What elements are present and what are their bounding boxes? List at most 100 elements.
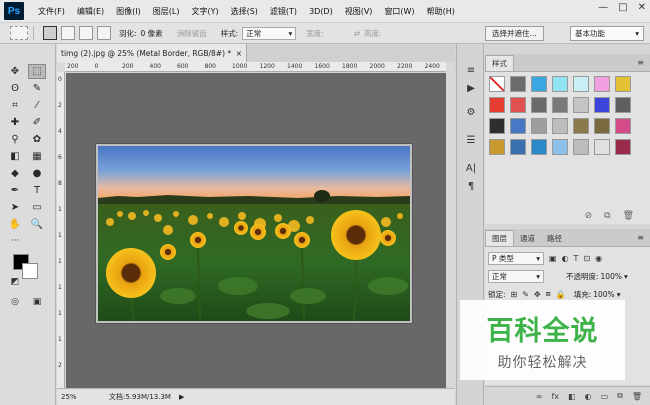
style-swatch[interactable] xyxy=(615,76,631,92)
adjustments-icon[interactable]: ☰ xyxy=(464,134,478,146)
menu-edit[interactable]: 编辑(E) xyxy=(71,6,110,17)
blend-mode-select[interactable]: 正常 ▾ xyxy=(488,269,544,283)
layers-menu-icon[interactable]: ≡ xyxy=(637,233,644,242)
clear-style-icon[interactable]: ⊘ xyxy=(585,211,593,221)
zoom-icon[interactable]: 🔍 xyxy=(28,217,46,232)
minimize-button[interactable]: — xyxy=(598,2,608,13)
character-icon[interactable]: A| xyxy=(464,162,478,174)
style-swatch[interactable] xyxy=(615,118,631,134)
close-tab-icon[interactable]: × xyxy=(236,49,242,58)
fill-value[interactable]: 100% xyxy=(593,290,614,299)
lock-pixels-icon[interactable]: ✎ xyxy=(522,290,529,299)
style-swatch[interactable] xyxy=(594,118,610,134)
style-swatch[interactable] xyxy=(573,118,589,134)
styles-menu-icon[interactable]: ≡ xyxy=(637,58,644,67)
style-swatch[interactable] xyxy=(573,76,589,92)
antialias-checkbox[interactable]: 消除锯齿 xyxy=(177,28,207,39)
menu-help[interactable]: 帮助(H) xyxy=(421,6,461,17)
path-select-icon[interactable]: ➤ xyxy=(6,200,24,215)
new-group-icon[interactable]: ▭ xyxy=(601,392,609,401)
eraser-icon[interactable]: ◧ xyxy=(6,149,24,164)
style-swatch[interactable] xyxy=(510,118,526,134)
pixel-filter-icon[interactable]: ▣ xyxy=(549,254,557,263)
link-layers-icon[interactable]: ∞ xyxy=(536,392,543,401)
new-style-icon[interactable]: ⧉ xyxy=(604,211,610,221)
default-colors-icon[interactable]: ◩ xyxy=(8,276,22,288)
quick-select-icon[interactable]: ✎ xyxy=(28,81,46,96)
lasso-icon[interactable]: ʘ xyxy=(6,81,24,96)
blur-icon[interactable]: ◆ xyxy=(6,166,24,181)
dodge-icon[interactable]: ● xyxy=(28,166,46,181)
gradient-icon[interactable]: ▦ xyxy=(28,149,46,164)
menu-image[interactable]: 图像(I) xyxy=(110,6,147,17)
style-swatch[interactable] xyxy=(531,76,547,92)
subtract-selection-icon[interactable] xyxy=(79,26,93,40)
style-swatch[interactable] xyxy=(615,97,631,113)
tab-layers[interactable]: 图层 xyxy=(485,230,514,246)
feather-input[interactable]: 0 像素 xyxy=(141,28,163,39)
zoom-level[interactable]: 25% xyxy=(57,393,87,401)
lock-artboard-icon[interactable]: ⧈ xyxy=(546,289,551,299)
style-swatch[interactable] xyxy=(510,97,526,113)
actions-play-icon[interactable]: ▶ xyxy=(464,82,478,94)
eyedropper-icon[interactable]: ⁄ xyxy=(28,98,46,113)
type-icon[interactable]: T xyxy=(28,183,46,198)
menu-3d[interactable]: 3D(D) xyxy=(303,7,339,16)
style-swatch[interactable] xyxy=(573,139,589,155)
style-swatch[interactable] xyxy=(573,97,589,113)
brush-icon[interactable]: ✐ xyxy=(28,115,46,130)
style-swatch[interactable] xyxy=(489,76,505,92)
close-window-button[interactable]: ✕ xyxy=(638,2,646,13)
lock-transparent-icon[interactable]: ⊞ xyxy=(511,290,518,299)
paragraph-icon[interactable]: ¶ xyxy=(464,180,478,192)
style-swatch[interactable] xyxy=(531,139,547,155)
hand-icon[interactable]: ✋ xyxy=(6,217,24,232)
pen-icon[interactable]: ✒ xyxy=(6,183,24,198)
new-selection-icon[interactable] xyxy=(43,26,57,40)
tab-paths[interactable]: 路径 xyxy=(541,230,568,246)
delete-style-icon[interactable]: 🗑 xyxy=(623,211,634,221)
menu-view[interactable]: 视图(V) xyxy=(339,6,379,17)
style-swatch[interactable] xyxy=(594,139,610,155)
style-swatch[interactable] xyxy=(510,139,526,155)
crop-icon[interactable]: ⌗ xyxy=(6,98,24,113)
screen-mode-icon[interactable]: ▣ xyxy=(30,296,44,308)
stamp-icon[interactable]: ⚲ xyxy=(6,132,24,147)
quick-mask-icon[interactable]: ◎ xyxy=(8,296,22,308)
vertical-scrollbar[interactable] xyxy=(446,62,455,388)
new-adjustment-icon[interactable]: ◐ xyxy=(585,392,592,401)
healing-icon[interactable]: ✚ xyxy=(6,115,24,130)
add-selection-icon[interactable] xyxy=(61,26,75,40)
lock-all-icon[interactable]: 🔒 xyxy=(556,290,566,299)
layer-filter-select[interactable]: P 类型 ▾ xyxy=(488,251,544,265)
document-tab[interactable]: timg (2).jpg @ 25% (Metal Border, RGB/8#… xyxy=(57,44,247,62)
style-swatch[interactable] xyxy=(489,118,505,134)
style-swatch[interactable] xyxy=(615,139,631,155)
style-swatch[interactable] xyxy=(489,97,505,113)
swap-icon[interactable]: ⇄ xyxy=(354,29,360,38)
style-swatch[interactable] xyxy=(552,76,568,92)
marquee-preset-icon[interactable] xyxy=(10,26,28,40)
style-swatch[interactable] xyxy=(594,97,610,113)
restore-button[interactable]: □ xyxy=(618,2,627,13)
select-and-mask-button[interactable]: 选择并遮住... xyxy=(485,26,544,41)
style-swatch[interactable] xyxy=(552,139,568,155)
workspace-select[interactable]: 基本功能 ▾ xyxy=(570,26,644,41)
menu-layer[interactable]: 图层(L) xyxy=(147,6,186,17)
more-tools-icon[interactable]: ··· xyxy=(8,235,22,247)
opacity-value[interactable]: 100% xyxy=(601,272,622,281)
adjustment-filter-icon[interactable]: ◐ xyxy=(562,254,569,263)
style-swatch[interactable] xyxy=(510,76,526,92)
menu-select[interactable]: 选择(S) xyxy=(225,6,264,17)
menu-window[interactable]: 窗口(W) xyxy=(378,6,420,17)
style-swatch[interactable] xyxy=(594,76,610,92)
background-color-swatch[interactable] xyxy=(22,263,38,279)
new-layer-icon[interactable]: ⧉ xyxy=(617,391,623,401)
smart-object-filter-icon[interactable]: ◉ xyxy=(595,254,602,263)
intersect-selection-icon[interactable] xyxy=(97,26,111,40)
history-icon[interactable]: ≡ xyxy=(464,64,478,76)
shape-filter-icon[interactable]: ⊡ xyxy=(583,254,590,263)
history-brush-icon[interactable]: ✿ xyxy=(28,132,46,147)
tab-styles[interactable]: 样式 xyxy=(485,55,514,71)
rectangle-icon[interactable]: ▭ xyxy=(28,200,46,215)
